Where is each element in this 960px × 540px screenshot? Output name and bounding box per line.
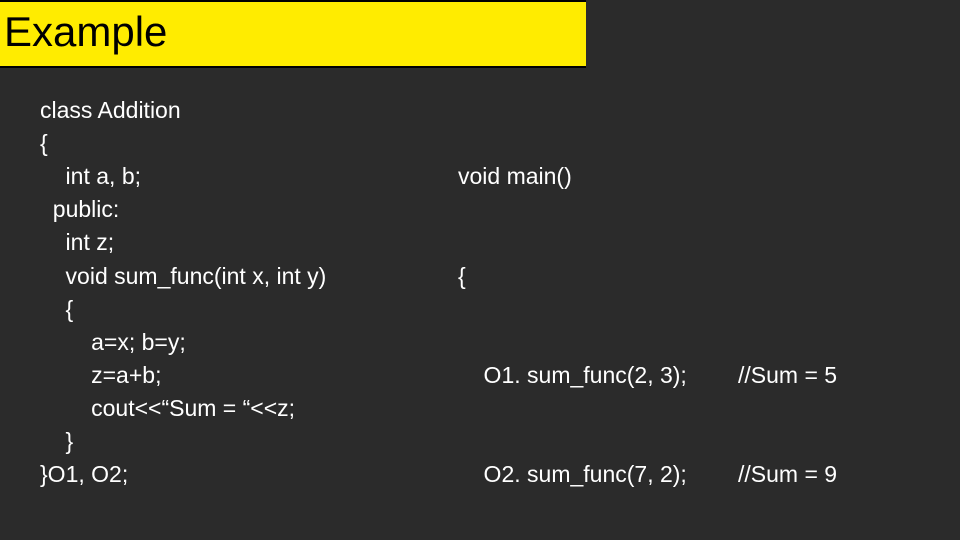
- content-area: class Addition { int a, b; public: int z…: [0, 68, 960, 540]
- main-line-1: void main(): [458, 160, 920, 193]
- main-function-block: void main() { O1. sum_func(2, 3); //Sum …: [458, 94, 920, 540]
- main-comment-2: //Sum = 9: [738, 458, 837, 491]
- main-comment-1: //Sum = 5: [738, 359, 837, 392]
- main-line-2: {: [458, 260, 920, 293]
- main-call-2: O2. sum_func(7, 2);: [458, 458, 738, 491]
- slide-title: Example: [4, 8, 167, 55]
- main-call-row-2: O2. sum_func(7, 2); //Sum = 9: [458, 458, 920, 491]
- main-call-row-1: O1. sum_func(2, 3); //Sum = 5: [458, 359, 920, 392]
- main-call-1: O1. sum_func(2, 3);: [458, 359, 738, 392]
- code-left-column: class Addition { int a, b; public: int z…: [40, 94, 440, 540]
- code-right-column: void main() { O1. sum_func(2, 3); //Sum …: [440, 94, 920, 540]
- title-bar: Example: [0, 0, 586, 68]
